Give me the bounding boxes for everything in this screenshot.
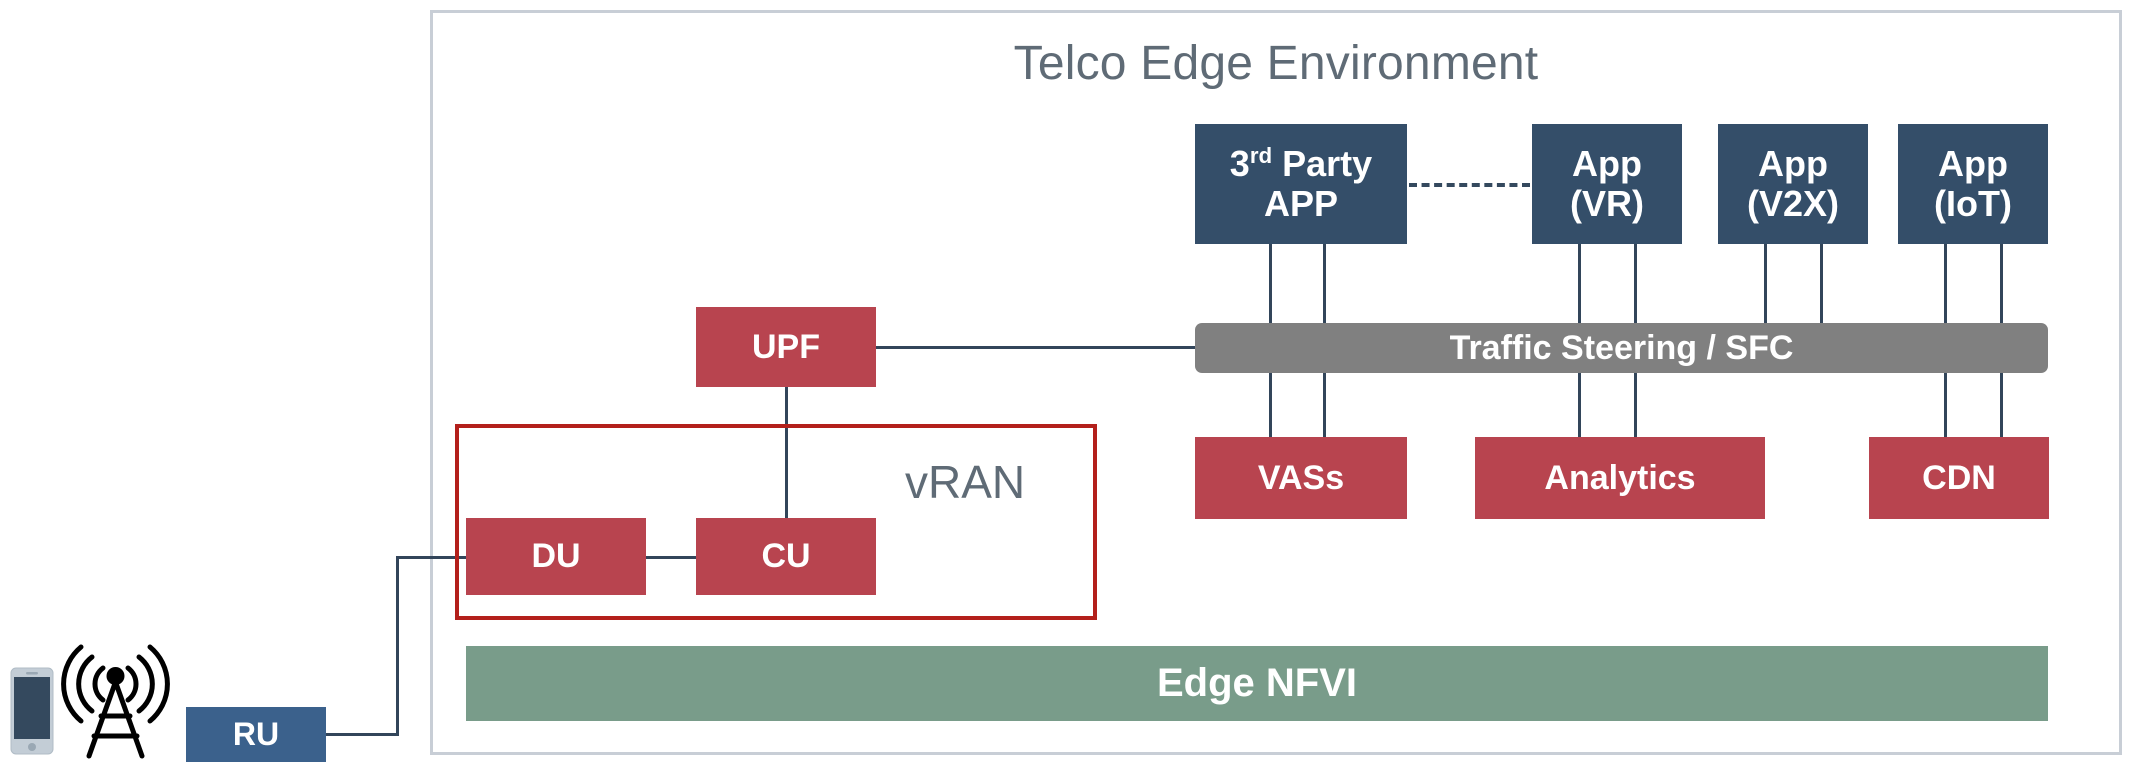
node-app-vr[interactable]: App (VR) — [1532, 124, 1682, 244]
connector-appv2x-right — [1820, 243, 1823, 325]
connector-vass-left — [1269, 371, 1272, 439]
connector-cdn-right — [2000, 371, 2003, 439]
node-upf-label: UPF — [752, 327, 820, 366]
node-cdn-label: CDN — [1922, 458, 1996, 497]
connector-analytics-left — [1578, 371, 1581, 439]
connector-ru-elbow-bottom — [326, 733, 399, 736]
node-third-party-app[interactable]: 3rd Party APP — [1195, 124, 1407, 244]
connector-analytics-right — [1634, 371, 1637, 439]
node-cdn[interactable]: CDN — [1869, 437, 2049, 519]
connector-appiot-left — [1944, 243, 1947, 325]
vran-label: vRAN — [905, 456, 1026, 508]
edge-nfvi-bar[interactable]: Edge NFVI — [466, 646, 2048, 721]
node-analytics[interactable]: Analytics — [1475, 437, 1765, 519]
cell-tower-icon — [61, 644, 170, 759]
node-du[interactable]: DU — [466, 518, 646, 595]
dashed-link-3rdparty-appvr — [1409, 183, 1530, 187]
node-app-iot-label: App (IoT) — [1934, 142, 2012, 224]
node-app-vr-label: App (VR) — [1570, 142, 1644, 224]
node-vass-label: VASs — [1257, 458, 1345, 497]
traffic-steering-label: Traffic Steering / SFC — [1449, 328, 1794, 367]
connector-appvr-right — [1634, 243, 1637, 325]
node-cu-label: CU — [761, 537, 811, 576]
node-du-label: DU — [531, 537, 581, 576]
node-cu[interactable]: CU — [696, 518, 876, 595]
connector-appvr-left — [1578, 243, 1581, 325]
connector-appiot-right — [2000, 243, 2003, 325]
smartphone-icon — [10, 667, 54, 755]
telco-edge-environment-frame — [430, 10, 2122, 755]
node-app-v2x-label: App (V2X) — [1746, 142, 1840, 224]
node-app-iot[interactable]: App (IoT) — [1898, 124, 2048, 244]
connector-vass-right — [1323, 371, 1326, 439]
node-analytics-label: Analytics — [1544, 458, 1696, 497]
node-ru[interactable]: RU — [186, 707, 326, 762]
node-ru-label: RU — [232, 716, 280, 753]
diagram-canvas: Telco Edge Environment vRAN 3rd Party APP… — [0, 0, 2136, 762]
page-title: Telco Edge Environment — [1013, 37, 1539, 90]
connector-app3rd-left — [1269, 243, 1272, 325]
connector-appv2x-left — [1764, 243, 1767, 325]
connector-upf-traffic — [876, 346, 1198, 349]
node-app-v2x[interactable]: App (V2X) — [1718, 124, 1868, 244]
node-third-party-app-label: 3rd Party APP — [1229, 142, 1373, 224]
connector-cdn-left — [1944, 371, 1947, 439]
connector-ru-elbow-vertical — [396, 556, 399, 736]
traffic-steering-sfc-bar[interactable]: Traffic Steering / SFC — [1195, 323, 2048, 373]
node-vass[interactable]: VASs — [1195, 437, 1407, 519]
connector-app3rd-right — [1323, 243, 1326, 325]
edge-nfvi-label: Edge NFVI — [1156, 661, 1358, 705]
node-upf[interactable]: UPF — [696, 307, 876, 387]
